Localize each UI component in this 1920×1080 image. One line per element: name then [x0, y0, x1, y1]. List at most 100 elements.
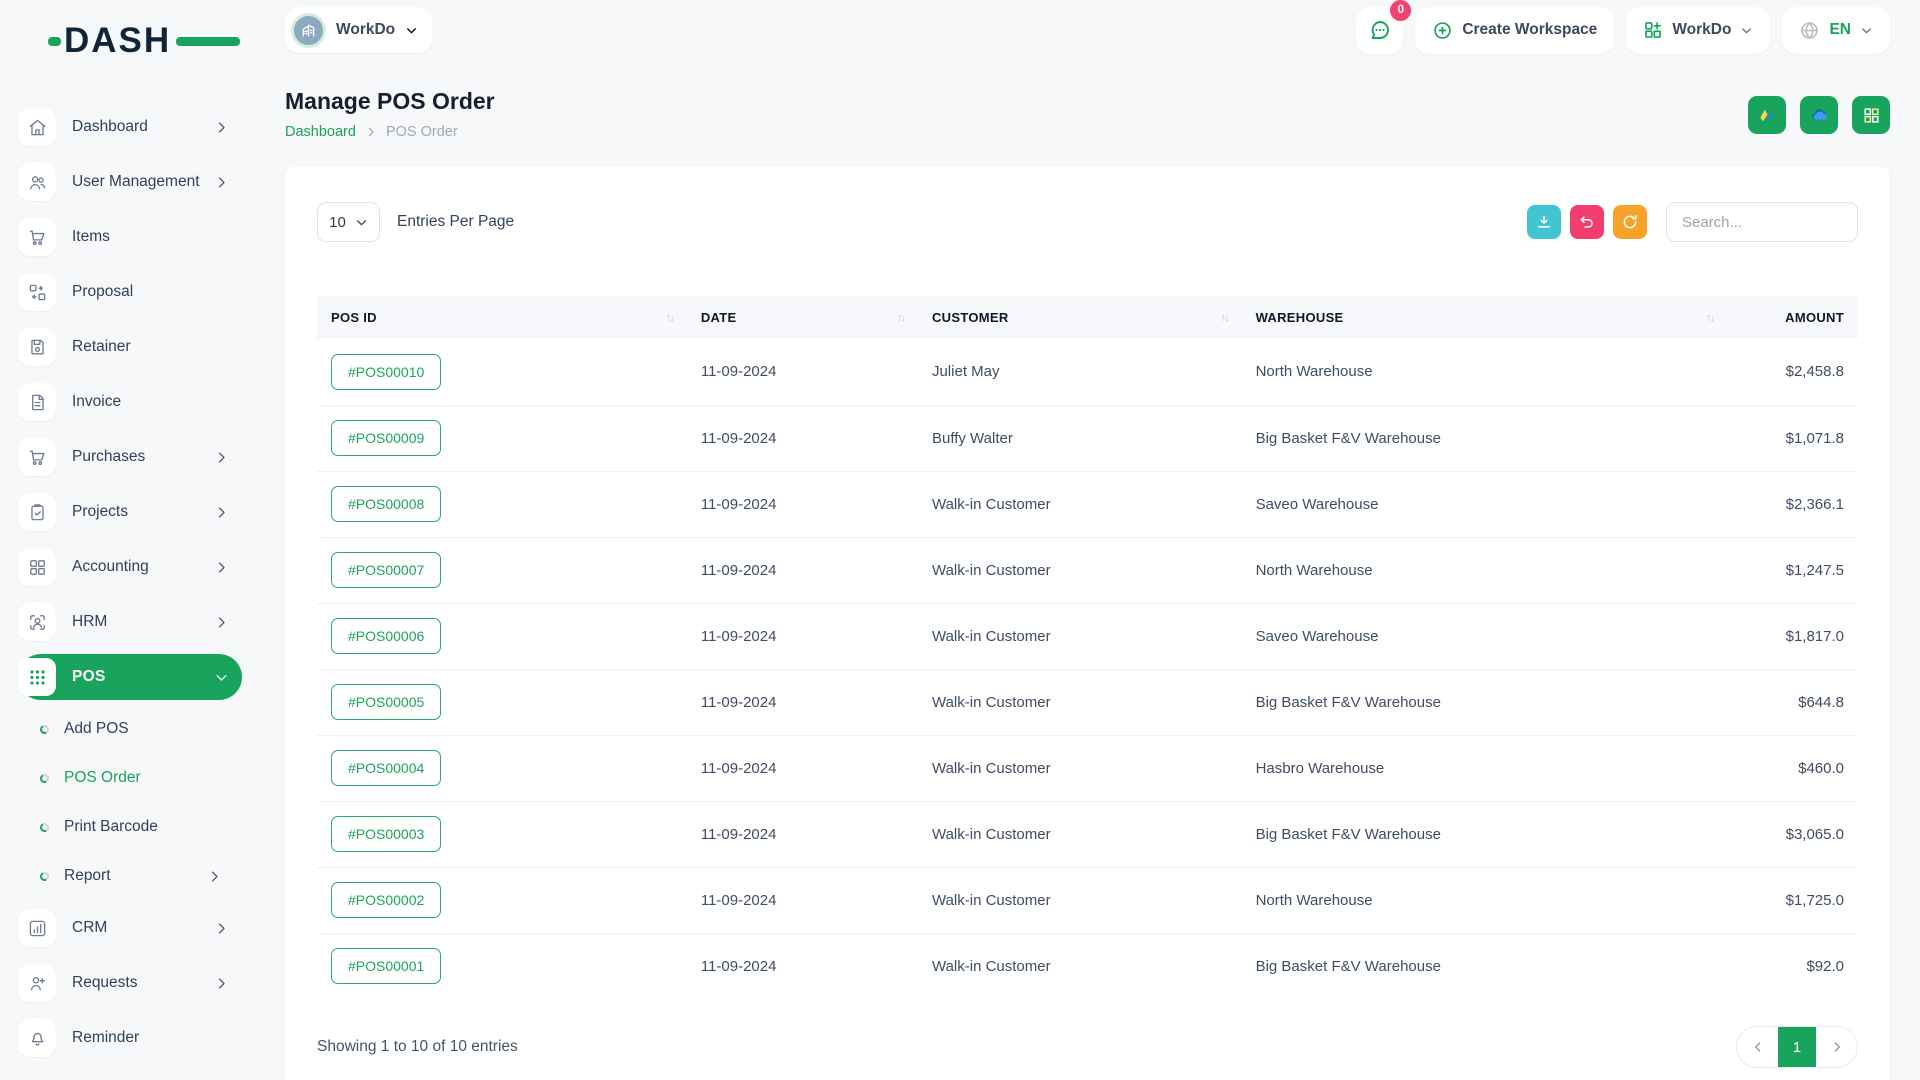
cell-customer: Walk-in Customer [918, 603, 1242, 669]
col-header-amount[interactable]: AMOUNT [1727, 296, 1858, 339]
sidebar-item-purchases[interactable]: Purchases [18, 434, 242, 480]
cell-customer: Walk-in Customer [918, 537, 1242, 603]
cell-warehouse: Big Basket F&V Warehouse [1242, 801, 1727, 867]
sidebar-item-proposal[interactable]: Proposal [18, 269, 242, 315]
app-grid-button[interactable] [1852, 96, 1890, 134]
workspace-menu-label: WorkDo [1672, 21, 1731, 39]
refresh-button[interactable] [1613, 205, 1647, 239]
previous-page-button[interactable] [1737, 1027, 1778, 1067]
sidebar-subitem-add-pos[interactable]: Add POS [40, 710, 242, 748]
chart-square-icon [18, 909, 56, 947]
pos-id-badge[interactable]: #POS00004 [331, 750, 441, 786]
sidebar-item-dashboard[interactable]: Dashboard [18, 104, 242, 150]
pos-order-card: 10 Entries Per Page POS ID↑↓DATE↑↓CUSTOM… [285, 166, 1890, 1080]
col-header-pos-id[interactable]: POS ID ↑↓ [317, 296, 687, 339]
sidebar-item-pos[interactable]: POS [18, 654, 242, 700]
search-input[interactable] [1666, 202, 1858, 242]
sidebar-item-hrm[interactable]: HRM [18, 599, 242, 645]
topbar-actions: 0 Create Workspace WorkDo EN [1356, 7, 1890, 54]
cell-warehouse: North Warehouse [1242, 537, 1727, 603]
bullet-icon [39, 723, 50, 734]
messages-button[interactable]: 0 [1356, 7, 1403, 54]
toolbar-actions [1518, 202, 1858, 242]
col-header-warehouse[interactable]: WAREHOUSE↑↓ [1242, 296, 1727, 339]
dots-grid-icon [18, 658, 56, 696]
cell-pos-id: #POS00007 [317, 537, 687, 603]
app-grid-icon [1862, 106, 1881, 125]
breadcrumb-dashboard-link[interactable]: Dashboard [285, 124, 356, 140]
col-header-date[interactable]: DATE↑↓ [687, 296, 918, 339]
cell-pos-id: #POS00004 [317, 735, 687, 801]
grid-boxes-icon [18, 548, 56, 586]
cell-amount: $460.0 [1727, 735, 1858, 801]
cell-warehouse: North Warehouse [1242, 339, 1727, 405]
workspace-selector[interactable]: WorkDo [285, 7, 432, 53]
user-plus-icon [18, 964, 56, 1002]
pos-id-badge[interactable]: #POS00008 [331, 486, 441, 522]
pos-id-badge[interactable]: #POS00006 [331, 618, 441, 654]
sidebar-item-invoice[interactable]: Invoice [18, 379, 242, 425]
workspace-avatar [291, 13, 326, 48]
cell-pos-id: #POS00010 [317, 339, 687, 405]
pos-id-badge[interactable]: #POS00007 [331, 552, 441, 588]
sidebar-item-items[interactable]: Items [18, 214, 242, 260]
table-footer: Showing 1 to 10 of 10 entries 1 [317, 1026, 1858, 1068]
sidebar-item-requests[interactable]: Requests [18, 960, 242, 1006]
workspace-menu-button[interactable]: WorkDo [1626, 7, 1770, 54]
cell-date: 11-09-2024 [687, 669, 918, 735]
plus-circle-icon [1432, 20, 1453, 41]
cell-warehouse: North Warehouse [1242, 867, 1727, 933]
sidebar-subitem-report[interactable]: Report [40, 857, 242, 895]
sidebar-item-crm[interactable]: CRM [18, 905, 242, 951]
col-header-customer[interactable]: CUSTOMER↑↓ [918, 296, 1242, 339]
cell-pos-id: #POS00005 [317, 669, 687, 735]
download-button[interactable] [1527, 205, 1561, 239]
pos-id-badge[interactable]: #POS00002 [331, 882, 441, 918]
language-selector[interactable]: EN [1782, 7, 1890, 54]
logo-accent-dot [48, 37, 61, 46]
col-header-label: POS ID [331, 310, 377, 325]
sort-icon[interactable]: ↑↓ [666, 312, 673, 324]
onedrive-button[interactable] [1800, 96, 1838, 134]
clipboard-check-icon [18, 493, 56, 531]
showing-entries-text: Showing 1 to 10 of 10 entries [317, 1038, 518, 1056]
sort-icon[interactable]: ↑↓ [897, 312, 904, 324]
chevron-right-icon [214, 976, 229, 991]
pos-id-badge[interactable]: #POS00001 [331, 948, 441, 984]
sidebar-subitem-print-barcode[interactable]: Print Barcode [40, 808, 242, 846]
table-row: #POS00009 11-09-2024 Buffy Walter Big Ba… [317, 405, 1858, 471]
sidebar-item-label: Purchases [72, 448, 214, 466]
sidebar-item-accounting[interactable]: Accounting [18, 544, 242, 590]
integration-buttons [1748, 96, 1890, 134]
sidebar-item-user-management[interactable]: User Management [18, 159, 242, 205]
cell-amount: $1,817.0 [1727, 603, 1858, 669]
entries-per-page-select[interactable]: 10 [317, 202, 380, 242]
cell-warehouse: Big Basket F&V Warehouse [1242, 933, 1727, 999]
pos-id-badge[interactable]: #POS00005 [331, 684, 441, 720]
google-drive-button[interactable] [1748, 96, 1786, 134]
sidebar-menu: Dashboard User Management Items Proposal Ret… [18, 104, 260, 1070]
bell-icon [18, 1019, 56, 1057]
sidebar-item-label: Dashboard [72, 118, 214, 136]
undo-button[interactable] [1570, 205, 1604, 239]
next-page-button[interactable] [1816, 1027, 1857, 1067]
language-label: EN [1829, 21, 1851, 39]
create-workspace-button[interactable]: Create Workspace [1415, 7, 1614, 54]
table-row: #POS00003 11-09-2024 Walk-in Customer Bi… [317, 801, 1858, 867]
cart-icon [18, 438, 56, 476]
cell-customer: Walk-in Customer [918, 669, 1242, 735]
sidebar-subitem-pos-order[interactable]: POS Order [40, 759, 242, 797]
sidebar-item-label: Reminder [72, 1029, 242, 1047]
dash-logo[interactable]: DASH [64, 20, 200, 62]
pos-id-badge[interactable]: #POS00003 [331, 816, 441, 852]
current-page-button[interactable]: 1 [1778, 1027, 1816, 1067]
pos-id-badge[interactable]: #POS00010 [331, 354, 441, 390]
sidebar-item-projects[interactable]: Projects [18, 489, 242, 535]
sidebar-item-reminder[interactable]: Reminder [18, 1015, 242, 1061]
sidebar-item-retainer[interactable]: Retainer [18, 324, 242, 370]
sort-icon[interactable]: ↑↓ [1706, 312, 1713, 324]
sort-icon[interactable]: ↑↓ [1221, 312, 1228, 324]
entries-value: 10 [329, 214, 346, 231]
pos-id-badge[interactable]: #POS00009 [331, 420, 441, 456]
cell-customer: Walk-in Customer [918, 801, 1242, 867]
